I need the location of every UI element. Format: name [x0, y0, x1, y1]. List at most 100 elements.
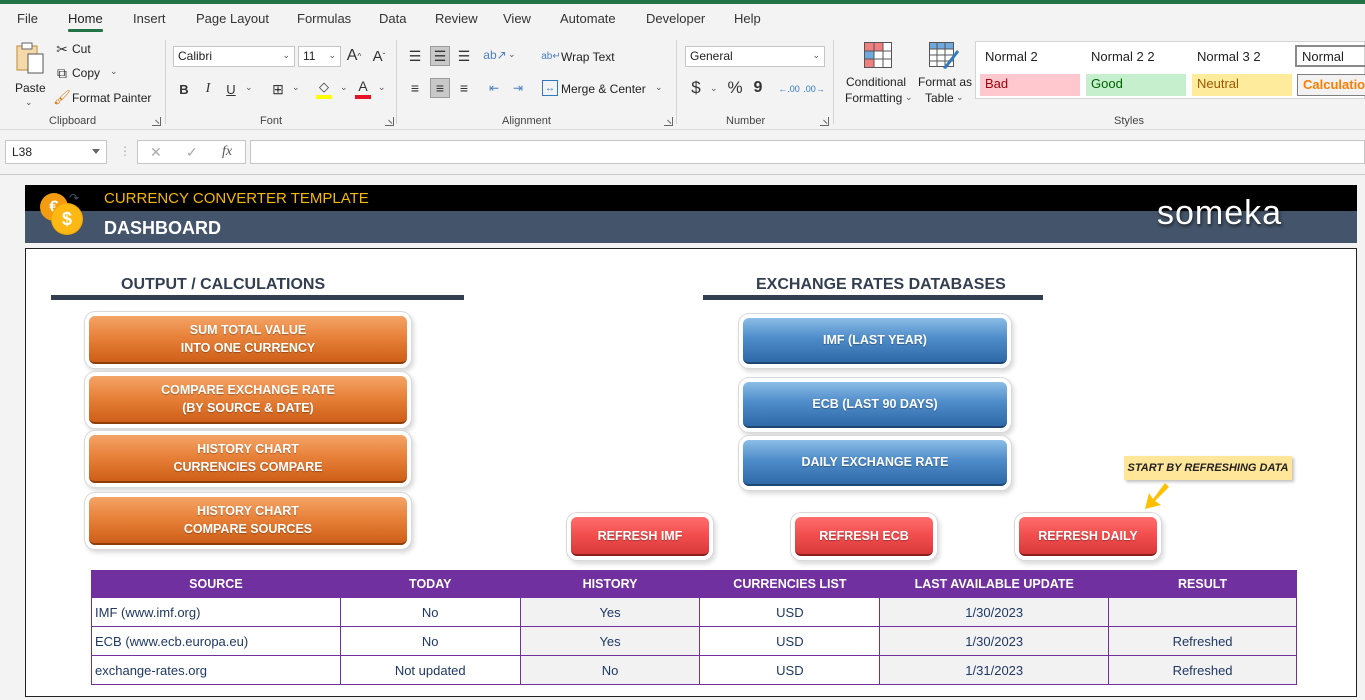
cell-result[interactable]: Refreshed	[1108, 626, 1297, 656]
fill-color-icon[interactable]: ◇	[316, 78, 332, 96]
style-calculation[interactable]: Calculation	[1297, 74, 1365, 96]
cell-source[interactable]: exchange-rates.org	[91, 655, 341, 685]
tab-help[interactable]: Help	[734, 11, 761, 26]
cell-history[interactable]: Yes	[519, 597, 701, 627]
daily-exchange-rate-button[interactable]: DAILY EXCHANGE RATE	[743, 440, 1007, 486]
paste-dropdown-icon[interactable]: ⌄	[25, 97, 33, 108]
name-box[interactable]: L38	[5, 140, 107, 164]
paste-button[interactable]: Paste ⌄	[10, 41, 48, 107]
copy-dropdown-icon[interactable]: ⌄	[110, 66, 118, 77]
imf-database-button[interactable]: IMF (LAST YEAR)	[743, 318, 1007, 364]
cell-last-update[interactable]: 1/30/2023	[879, 626, 1110, 656]
cell-source[interactable]: ECB (www.ecb.europa.eu)	[91, 626, 341, 656]
name-box-dropdown-icon[interactable]	[92, 149, 100, 154]
cut-button[interactable]: Cut	[72, 42, 91, 56]
decrease-decimal-icon[interactable]: .00→	[803, 80, 825, 98]
style-bad[interactable]: Bad	[980, 74, 1080, 96]
cell-today[interactable]: No	[339, 626, 521, 656]
merge-center-button[interactable]: Merge & Center	[561, 82, 646, 96]
cell-source[interactable]: IMF (www.imf.org)	[91, 597, 341, 627]
number-format-select[interactable]: General ⌄	[685, 46, 825, 67]
compare-exchange-rate-button[interactable]: COMPARE EXCHANGE RATE (BY SOURCE & DATE)	[89, 376, 407, 424]
number-launcher-icon[interactable]	[820, 117, 829, 126]
refresh-daily-button[interactable]: REFRESH DAILY	[1019, 517, 1157, 556]
tab-file[interactable]: File	[17, 11, 38, 26]
alignment-launcher-icon[interactable]	[664, 117, 673, 126]
align-middle-icon[interactable]: ☰	[430, 46, 450, 66]
ecb-database-button[interactable]: ECB (LAST 90 DAYS)	[743, 382, 1007, 428]
conditional-formatting-button[interactable]: Conditional Formatting ⌄	[845, 42, 913, 108]
borders-dropdown-icon[interactable]: ⌄	[292, 82, 300, 93]
tab-insert[interactable]: Insert	[133, 11, 166, 26]
wrap-text-button[interactable]: Wrap Text	[561, 50, 615, 64]
decrease-indent-icon[interactable]: ⇤	[485, 79, 503, 97]
comma-style-button[interactable]: 9	[752, 78, 764, 98]
format-painter-button[interactable]: Format Painter	[72, 91, 151, 105]
font-name-select[interactable]: Calibri ⌄	[173, 46, 295, 67]
bold-button[interactable]: B	[177, 80, 191, 98]
refresh-ecb-button[interactable]: REFRESH ECB	[795, 517, 933, 556]
borders-icon[interactable]: ⊞	[270, 80, 286, 98]
font-color-icon[interactable]: A	[355, 77, 371, 95]
cell-currencies[interactable]: USD	[699, 597, 881, 627]
clipboard-launcher-icon[interactable]	[152, 117, 161, 126]
fill-color-dropdown-icon[interactable]: ⌄	[340, 82, 348, 93]
cell-result[interactable]	[1108, 597, 1297, 627]
tab-view[interactable]: View	[503, 11, 531, 26]
cell-history[interactable]: Yes	[519, 626, 701, 656]
copy-button[interactable]: Copy	[72, 66, 100, 80]
cell-currencies[interactable]: USD	[699, 626, 881, 656]
orientation-dropdown-icon[interactable]: ⌄	[508, 49, 516, 60]
cell-today[interactable]: No	[339, 597, 521, 627]
align-bottom-icon[interactable]: ☰	[455, 47, 473, 65]
cell-last-update[interactable]: 1/30/2023	[879, 597, 1110, 627]
italic-button[interactable]: I	[201, 80, 215, 98]
tab-developer[interactable]: Developer	[646, 11, 705, 26]
currency-format-button[interactable]: $	[688, 78, 704, 98]
decrease-font-size-icon[interactable]: Aˇ	[370, 46, 388, 66]
tab-home[interactable]: Home	[68, 11, 103, 32]
sum-total-value-button[interactable]: SUM TOTAL VALUE INTO ONE CURRENCY	[89, 316, 407, 364]
align-left-icon[interactable]: ≡	[406, 79, 424, 97]
orientation-icon[interactable]: ab↗	[483, 46, 506, 64]
tab-review[interactable]: Review	[435, 11, 478, 26]
history-chart-sources-button[interactable]: HISTORY CHART COMPARE SOURCES	[89, 497, 407, 545]
format-as-table-button[interactable]: Format as Table ⌄	[916, 42, 972, 108]
history-chart-currencies-button[interactable]: HISTORY CHART CURRENCIES COMPARE	[89, 435, 407, 483]
cancel-entry-icon[interactable]: ✕	[150, 144, 162, 161]
tab-automate[interactable]: Automate	[560, 11, 616, 26]
tab-formulas[interactable]: Formulas	[297, 11, 351, 26]
align-right-icon[interactable]: ≡	[455, 79, 473, 97]
drag-handle-icon[interactable]: ⋮	[119, 144, 131, 158]
cell-result[interactable]: Refreshed	[1108, 655, 1297, 685]
font-color-dropdown-icon[interactable]: ⌄	[378, 82, 386, 93]
someka-logo[interactable]: someka	[1157, 194, 1282, 233]
currency-dropdown-icon[interactable]: ⌄	[710, 83, 718, 94]
cell-today[interactable]: Not updated	[339, 655, 521, 685]
insert-function-icon[interactable]: fx	[222, 144, 232, 160]
merge-dropdown-icon[interactable]: ⌄	[655, 82, 663, 93]
style-normal-2-2[interactable]: Normal 2 2	[1086, 47, 1186, 69]
align-center-icon[interactable]: ≡	[430, 78, 450, 98]
font-launcher-icon[interactable]	[385, 117, 394, 126]
align-top-icon[interactable]: ☰	[406, 47, 424, 65]
underline-dropdown-icon[interactable]: ⌄	[245, 82, 253, 93]
style-neutral[interactable]: Neutral	[1192, 74, 1292, 96]
cell-currencies[interactable]: USD	[699, 655, 881, 685]
cell-history[interactable]: No	[519, 655, 701, 685]
tab-page-layout[interactable]: Page Layout	[196, 11, 269, 26]
increase-indent-icon[interactable]: ⇥	[509, 79, 527, 97]
confirm-entry-icon[interactable]: ✓	[186, 144, 198, 161]
style-normal[interactable]: Normal	[1295, 45, 1365, 67]
style-normal-2[interactable]: Normal 2	[980, 47, 1080, 69]
increase-decimal-icon[interactable]: ←.00	[778, 80, 800, 98]
refresh-imf-button[interactable]: REFRESH IMF	[571, 517, 709, 556]
percent-format-button[interactable]: %	[725, 78, 745, 98]
style-good[interactable]: Good	[1086, 74, 1186, 96]
underline-button[interactable]: U	[224, 80, 238, 98]
style-normal-3-2[interactable]: Normal 3 2	[1192, 47, 1292, 69]
tab-data[interactable]: Data	[379, 11, 406, 26]
formula-input[interactable]	[250, 140, 1365, 164]
increase-font-size-icon[interactable]: A ^	[345, 46, 363, 66]
font-size-select[interactable]: 11 ⌄	[298, 46, 341, 67]
